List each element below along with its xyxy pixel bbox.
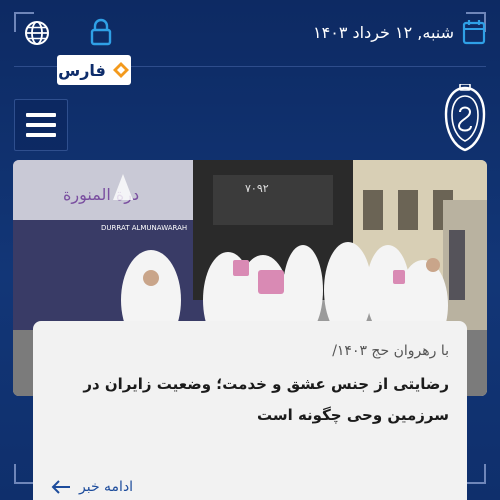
menu-bar [26, 113, 56, 117]
news-category[interactable]: با رهروان حج ۱۴۰۳/ [51, 343, 449, 359]
read-more-label: ادامه خبر [79, 479, 134, 495]
site-logo[interactable]: فارس [57, 55, 131, 85]
news-card[interactable]: با رهروان حج ۱۴۰۳/ رضایتی از جنس عشق و خ… [33, 321, 467, 500]
frame-corner-bottom-left [14, 464, 34, 484]
menu-bar [26, 133, 56, 137]
bus-number: ۷۰۹۲ [245, 182, 269, 195]
calendar-icon [462, 20, 486, 45]
logo-text: فارس [58, 60, 106, 80]
globe-icon[interactable] [24, 20, 50, 46]
read-more-link[interactable]: ادامه خبر [51, 479, 133, 495]
lock-icon[interactable] [88, 18, 114, 46]
arrow-left-icon [51, 480, 70, 494]
frame-corner-bottom-right [466, 464, 486, 484]
news-title[interactable]: رضایتی از جنس عشق و خدمت؛ وضعیت زایران د… [51, 369, 449, 431]
logo-diamond-icon [112, 62, 129, 78]
emblem-icon[interactable] [442, 84, 488, 154]
hamburger-menu-button[interactable] [14, 99, 68, 151]
date-display: شنبه, ۱۲ خرداد ۱۴۰۳ [313, 18, 486, 46]
date-text: شنبه, ۱۲ خرداد ۱۴۰۳ [313, 22, 454, 42]
menu-bar [26, 123, 56, 127]
bus-name-en: DURRAT ALMUNAWARAH [101, 224, 187, 232]
